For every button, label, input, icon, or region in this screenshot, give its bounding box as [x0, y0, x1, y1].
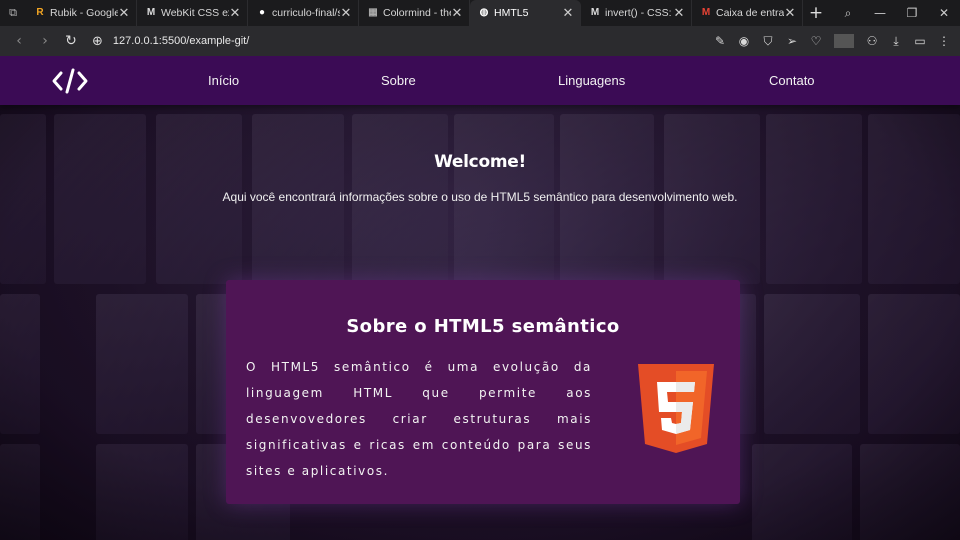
browser-tab[interactable]: Minvert() - CSS: Ca✕ — [581, 0, 692, 26]
nav-link-sobre[interactable]: Sobre — [381, 73, 416, 88]
nav-link-inicio[interactable]: Início — [208, 73, 239, 88]
code-logo-icon[interactable] — [52, 68, 88, 94]
tab-close-icon[interactable]: ✕ — [229, 6, 241, 19]
github-icon: ● — [258, 7, 266, 18]
camera-icon[interactable]: ◉ — [734, 34, 754, 48]
close-window-icon[interactable]: ✕ — [928, 6, 960, 20]
browser-tab[interactable]: M Caixa de entrada✕ — [692, 0, 803, 26]
battery-icon[interactable]: ▭ — [910, 34, 930, 48]
browser-tab-strip: ⧉ RRubik - Google F✕MWebKit CSS exte✕●cu… — [0, 0, 960, 26]
browser-tab[interactable]: ▦ Colormind - the ✕ — [359, 0, 470, 26]
welcome-text: Aqui você encontrará informações sobre o… — [222, 190, 738, 204]
globe-icon: ◍ — [479, 7, 489, 18]
rubik-icon: R — [36, 7, 44, 18]
search-icon[interactable]: ⌕ — [832, 6, 864, 21]
tab-close-icon[interactable]: ✕ — [118, 6, 130, 19]
heart-icon[interactable]: ♡ — [806, 34, 826, 48]
welcome-title: Welcome! — [434, 152, 526, 172]
profile-icon[interactable]: ⚇ — [862, 34, 882, 48]
mdn-icon: M — [146, 7, 156, 18]
tab-close-icon[interactable]: ✕ — [562, 6, 574, 19]
site-navbar: Início Sobre Linguagens Contato — [0, 56, 960, 105]
shield-icon[interactable]: ⛉ — [758, 34, 778, 49]
html5-info-card: Sobre o HTML5 semântico O HTML5 semântic… — [226, 280, 740, 504]
tab-menu-icon[interactable]: ⧉ — [0, 0, 26, 26]
minimize-icon[interactable]: — — [864, 6, 896, 20]
page-viewport: Início Sobre Linguagens Contato Welcome!… — [0, 56, 960, 540]
window-controls: ⌕ — ❐ ✕ — [832, 0, 960, 26]
download-icon[interactable]: ⤓ — [886, 34, 906, 49]
tab-close-icon[interactable]: ✕ — [340, 6, 352, 19]
html5-logo-icon — [638, 364, 714, 453]
gmail-icon: M — [701, 7, 711, 18]
tab-close-icon[interactable]: ✕ — [673, 6, 685, 19]
send-icon[interactable]: ➢ — [782, 34, 802, 48]
tab-title: HMTL5 — [494, 7, 529, 19]
more-icon[interactable]: ⋮ — [934, 34, 954, 48]
forward-icon[interactable]: › — [32, 33, 58, 49]
tab-title: curriculo-final/st — [272, 7, 340, 19]
url-field[interactable]: ⊕ 127.0.0.1:5500/example-git/ — [92, 34, 710, 49]
back-icon[interactable]: ‹ — [6, 33, 32, 49]
site-info-icon[interactable]: ⊕ — [92, 34, 103, 49]
colormind-icon: ▦ — [368, 7, 378, 18]
nav-link-contato[interactable]: Contato — [769, 73, 815, 88]
reload-icon[interactable]: ↻ — [58, 33, 84, 49]
card-text: O HTML5 semântico é uma evolução da ling… — [246, 360, 592, 478]
browser-tab[interactable]: ● curriculo-final/st ✕ — [248, 0, 359, 26]
tab-title: Rubik - Google F — [50, 7, 118, 19]
tab-title: invert() - CSS: Ca — [605, 7, 673, 19]
browser-tab[interactable]: R Rubik - Google F✕ — [26, 0, 137, 26]
new-tab-button[interactable]: + — [803, 0, 829, 26]
nav-link-linguagens[interactable]: Linguagens — [558, 73, 625, 88]
mdn-icon: M — [590, 7, 600, 18]
tab-close-icon[interactable]: ✕ — [451, 6, 463, 19]
card-title: Sobre o HTML5 semântico — [346, 316, 620, 337]
toolbar-separator — [834, 34, 854, 48]
tab-close-icon[interactable]: ✕ — [784, 6, 796, 19]
restore-icon[interactable]: ❐ — [896, 6, 928, 20]
tab-title: Colormind - the — [383, 7, 451, 19]
edit-icon[interactable]: ✎ — [710, 34, 730, 48]
url-text[interactable]: 127.0.0.1:5500/example-git/ — [113, 35, 249, 47]
tab-title: Caixa de entrada — [716, 7, 784, 19]
tab-title: WebKit CSS exte — [161, 7, 229, 19]
browser-address-bar: ‹ › ↻ ⊕ 127.0.0.1:5500/example-git/ ✎ ◉ … — [0, 26, 960, 56]
browser-tab[interactable]: ◍ HMTL5 ✕ — [470, 0, 581, 26]
browser-tab[interactable]: M WebKit CSS exte✕ — [137, 0, 248, 26]
toolbar-icons: ✎ ◉ ⛉ ➢ ♡ ⚇ ⤓ ▭ ⋮ — [710, 34, 954, 49]
